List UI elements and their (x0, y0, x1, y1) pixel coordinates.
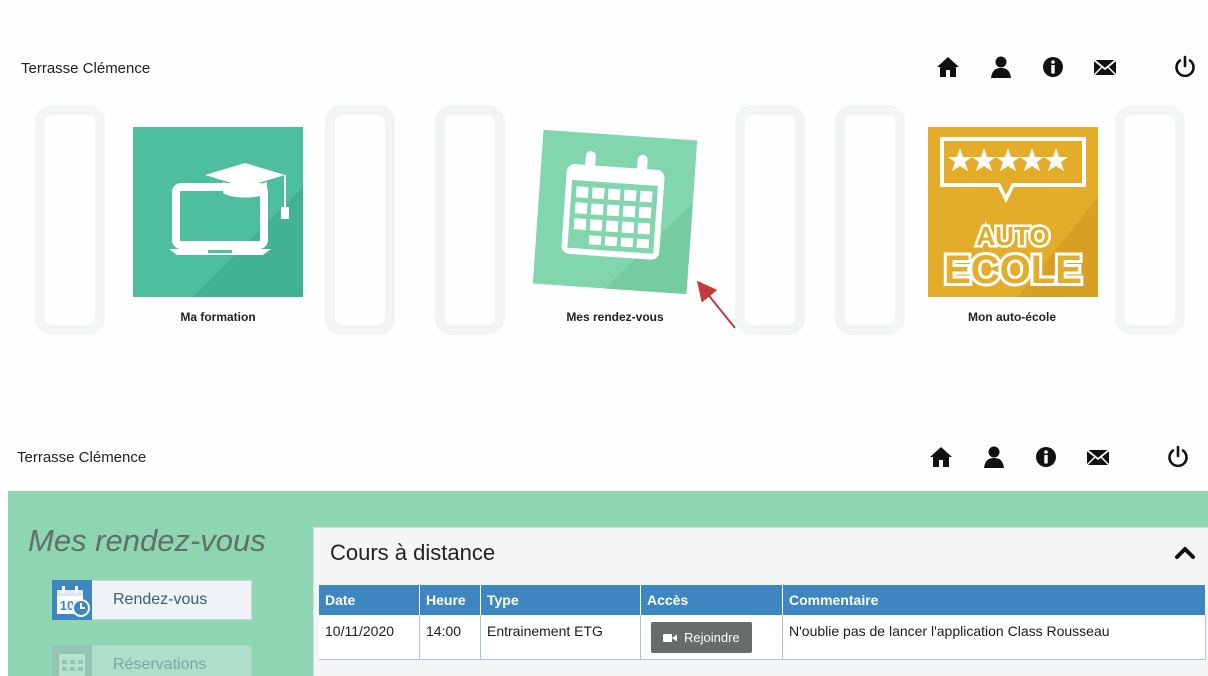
user-icon[interactable] (981, 444, 1007, 470)
cell-commentaire: N'oublie pas de lancer l'application Cla… (782, 615, 1206, 660)
mes-rendez-vous-tile[interactable] (530, 127, 700, 297)
video-camera-icon (663, 633, 677, 642)
mon-auto-ecole-tile[interactable]: AUTO ECOLE (928, 127, 1098, 297)
cell-acces: Rejoindre (640, 615, 783, 660)
cell-heure: 14:00 (419, 615, 481, 660)
info-icon[interactable] (1033, 444, 1059, 470)
sidebar-item-rendez-vous[interactable]: 10 Rendez-vous (52, 580, 252, 620)
column-header-commentaire: Commentaire (782, 585, 1206, 615)
calendar-grid-icon (52, 645, 92, 676)
home-icon[interactable] (928, 444, 954, 470)
info-icon[interactable] (1040, 54, 1066, 80)
home-icon[interactable] (935, 54, 961, 80)
column-header-type: Type (480, 585, 641, 615)
mail-icon[interactable] (1092, 54, 1118, 80)
power-icon[interactable] (1172, 54, 1198, 80)
sidebar-item-reservations[interactable]: Réservations (52, 645, 252, 676)
auto-logo-text: AUTO (976, 221, 1049, 251)
tile-label: Ma formation (180, 310, 256, 324)
user-name: Terrasse Clémence (17, 449, 147, 466)
rejoindre-button[interactable]: Rejoindre (651, 622, 752, 653)
table-header-row: Date Heure Type Accès Commentaire (319, 585, 1206, 615)
ecole-logo-text: ECOLE (944, 248, 1082, 292)
column-header-acces: Accès (640, 585, 783, 615)
top-nav (928, 444, 1193, 470)
sidebar-item-label: Rendez-vous (113, 591, 208, 608)
calendar-icon (532, 129, 698, 295)
tile-label: Mon auto-école (967, 310, 1056, 324)
chevron-up-icon[interactable] (1174, 542, 1196, 564)
tile-label: Mes rendez-vous (566, 310, 664, 324)
cell-type: Entrainement ETG (480, 615, 641, 660)
calendar-number: 10 (60, 598, 74, 613)
rendez-vous-table: Date Heure Type Accès Commentaire 10/11/… (319, 585, 1206, 660)
calendar-clock-icon: 10 (52, 580, 92, 620)
column-header-date: Date (319, 585, 420, 615)
cell-date: 10/11/2020 (319, 615, 420, 660)
table-row: 10/11/2020 14:00 Entrainement ETG Rejoin… (319, 615, 1206, 660)
power-icon[interactable] (1165, 444, 1191, 470)
cours-a-distance-card: Cours à distance Date Heure Type Accès C… (313, 527, 1208, 676)
auto-ecole-rating-icon: AUTO ECOLE (928, 127, 1098, 297)
laptop-graduation-icon (133, 127, 303, 297)
user-icon[interactable] (988, 54, 1014, 80)
mail-icon[interactable] (1085, 444, 1111, 470)
top-nav (935, 54, 1200, 80)
panel-title: Mes rendez-vous (28, 523, 266, 558)
sidebar-item-label: Réservations (113, 656, 207, 673)
rendez-vous-panel: Mes rendez-vous 10 Rendez-vous Réservati… (8, 491, 1208, 676)
column-header-heure: Heure (419, 585, 481, 615)
user-name: Terrasse Clémence (21, 60, 151, 77)
ma-formation-tile[interactable] (133, 127, 303, 297)
card-title: Cours à distance (330, 540, 496, 565)
rejoindre-label: Rejoindre (684, 630, 740, 645)
